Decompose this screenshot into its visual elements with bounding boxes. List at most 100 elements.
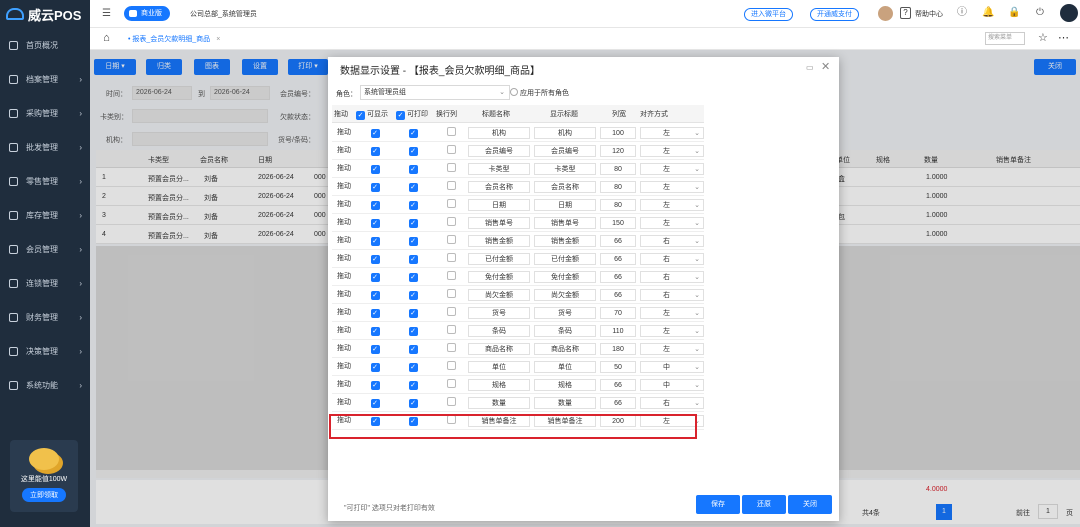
printable-checkbox[interactable]: ✓ <box>406 163 420 175</box>
wrap-checkbox[interactable] <box>444 289 458 301</box>
align-select[interactable]: 左 ⌄ <box>640 343 704 355</box>
open-pay-link[interactable]: 开通威支付 <box>810 8 859 21</box>
wrap-checkbox[interactable] <box>444 145 458 157</box>
drag-handle[interactable]: 拖动 <box>334 307 354 319</box>
visible-checkbox[interactable]: ✓ <box>368 343 382 355</box>
visible-checkbox[interactable]: ✓ <box>368 289 382 301</box>
visible-checkbox[interactable]: ✓ <box>368 271 382 283</box>
drag-handle[interactable]: 拖动 <box>334 289 354 301</box>
col-printable[interactable]: ✓ 可打印 <box>396 109 428 120</box>
width-input[interactable]: 66 <box>600 271 636 283</box>
display-title-input[interactable]: 尚欠金额 <box>534 289 596 301</box>
visible-checkbox[interactable]: ✓ <box>368 397 382 409</box>
sidebar-item[interactable]: 批发管理 › <box>0 130 90 164</box>
wrap-checkbox[interactable] <box>444 271 458 283</box>
visible-checkbox[interactable]: ✓ <box>368 181 382 193</box>
width-input[interactable]: 120 <box>600 145 636 157</box>
align-select[interactable]: 左 ⌄ <box>640 181 704 193</box>
align-select[interactable]: 中 ⌄ <box>640 379 704 391</box>
display-title-input[interactable]: 免付金额 <box>534 271 596 283</box>
align-select[interactable]: 右 ⌄ <box>640 397 704 409</box>
tab-close-icon[interactable]: × <box>216 36 220 43</box>
width-input[interactable]: 80 <box>600 163 636 175</box>
help-center-link[interactable]: 帮助中心 <box>915 9 943 19</box>
printable-checkbox[interactable]: ✓ <box>406 397 420 409</box>
printable-checkbox[interactable]: ✓ <box>406 181 420 193</box>
printable-all-checkbox[interactable]: ✓ <box>396 111 405 120</box>
enter-platform-link[interactable]: 进入微平台 <box>744 8 793 21</box>
wrap-checkbox[interactable] <box>444 361 458 373</box>
display-title-input[interactable]: 数量 <box>534 397 596 409</box>
drag-handle[interactable]: 拖动 <box>334 217 354 229</box>
sidebar-item[interactable]: 会员管理 › <box>0 232 90 266</box>
align-select[interactable]: 左 ⌄ <box>640 307 704 319</box>
promo-claim-button[interactable]: 立即领取 <box>22 488 66 502</box>
power-icon[interactable]: ⏻ <box>1034 7 1046 19</box>
printable-checkbox[interactable]: ✓ <box>406 235 420 247</box>
dialog-close-icon[interactable]: ✕ <box>821 60 830 73</box>
wrap-checkbox[interactable] <box>444 325 458 337</box>
drag-handle[interactable]: 拖动 <box>334 127 354 139</box>
more-icon[interactable]: ⋯ <box>1058 31 1069 44</box>
visible-checkbox[interactable]: ✓ <box>368 379 382 391</box>
display-title-input[interactable]: 销售单号 <box>534 217 596 229</box>
printable-checkbox[interactable]: ✓ <box>406 271 420 283</box>
printable-checkbox[interactable]: ✓ <box>406 325 420 337</box>
width-input[interactable]: 80 <box>600 181 636 193</box>
role-select[interactable]: 系统管理员组 ⌄ <box>360 85 510 100</box>
printable-checkbox[interactable]: ✓ <box>406 199 420 211</box>
printable-checkbox[interactable]: ✓ <box>406 145 420 157</box>
visible-checkbox[interactable]: ✓ <box>368 325 382 337</box>
visible-checkbox[interactable]: ✓ <box>368 307 382 319</box>
drag-handle[interactable]: 拖动 <box>334 325 354 337</box>
display-title-input[interactable]: 卡类型 <box>534 163 596 175</box>
drag-handle[interactable]: 拖动 <box>334 397 354 409</box>
width-input[interactable]: 100 <box>600 127 636 139</box>
apply-all-roles-radio[interactable]: 应用于所有角色 <box>510 88 569 98</box>
wrap-checkbox[interactable] <box>444 253 458 265</box>
sidebar-item[interactable]: 决策管理 › <box>0 334 90 368</box>
wrap-checkbox[interactable] <box>444 181 458 193</box>
printable-checkbox[interactable]: ✓ <box>406 217 420 229</box>
sidebar-item[interactable]: 档案管理 › <box>0 62 90 96</box>
align-select[interactable]: 右 ⌄ <box>640 235 704 247</box>
visible-checkbox[interactable]: ✓ <box>368 145 382 157</box>
display-title-input[interactable]: 单位 <box>534 361 596 373</box>
align-select[interactable]: 左 ⌄ <box>640 217 704 229</box>
width-input[interactable]: 66 <box>600 397 636 409</box>
lock-icon[interactable]: 🔒 <box>1008 7 1020 19</box>
visible-checkbox[interactable]: ✓ <box>368 199 382 211</box>
visible-checkbox[interactable]: ✓ <box>368 127 382 139</box>
align-select[interactable]: 左 ⌄ <box>640 325 704 337</box>
sidebar-item[interactable]: 连锁管理 › <box>0 266 90 300</box>
width-input[interactable]: 66 <box>600 253 636 265</box>
star-icon[interactable]: ☆ <box>1038 31 1048 44</box>
restore-button[interactable]: 还原 <box>742 495 786 514</box>
align-select[interactable]: 右 ⌄ <box>640 289 704 301</box>
width-input[interactable]: 150 <box>600 217 636 229</box>
align-select[interactable]: 中 ⌄ <box>640 361 704 373</box>
printable-checkbox[interactable]: ✓ <box>406 361 420 373</box>
save-button[interactable]: 保存 <box>696 495 740 514</box>
info-icon[interactable]: ⓘ <box>956 7 968 19</box>
drag-handle[interactable]: 拖动 <box>334 253 354 265</box>
wrap-checkbox[interactable] <box>444 343 458 355</box>
width-input[interactable]: 70 <box>600 307 636 319</box>
user-avatar[interactable] <box>878 6 893 21</box>
help-icon[interactable]: ? <box>900 7 911 19</box>
visible-checkbox[interactable]: ✓ <box>368 217 382 229</box>
visible-checkbox[interactable]: ✓ <box>368 253 382 265</box>
visible-checkbox[interactable]: ✓ <box>368 361 382 373</box>
width-input[interactable]: 50 <box>600 361 636 373</box>
align-select[interactable]: 左 ⌄ <box>640 199 704 211</box>
sidebar-item[interactable]: 采购管理 › <box>0 96 90 130</box>
wrap-checkbox[interactable] <box>444 199 458 211</box>
width-input[interactable]: 66 <box>600 235 636 247</box>
drag-handle[interactable]: 拖动 <box>334 379 354 391</box>
tab-member-debt-report[interactable]: • 报表_会员欠款明细_商品 × <box>122 32 226 47</box>
align-select[interactable]: 左 ⌄ <box>640 127 704 139</box>
display-title-input[interactable]: 已付金额 <box>534 253 596 265</box>
wrap-checkbox[interactable] <box>444 163 458 175</box>
menu-search-input[interactable]: 搜索菜单 <box>985 32 1025 45</box>
printable-checkbox[interactable]: ✓ <box>406 307 420 319</box>
